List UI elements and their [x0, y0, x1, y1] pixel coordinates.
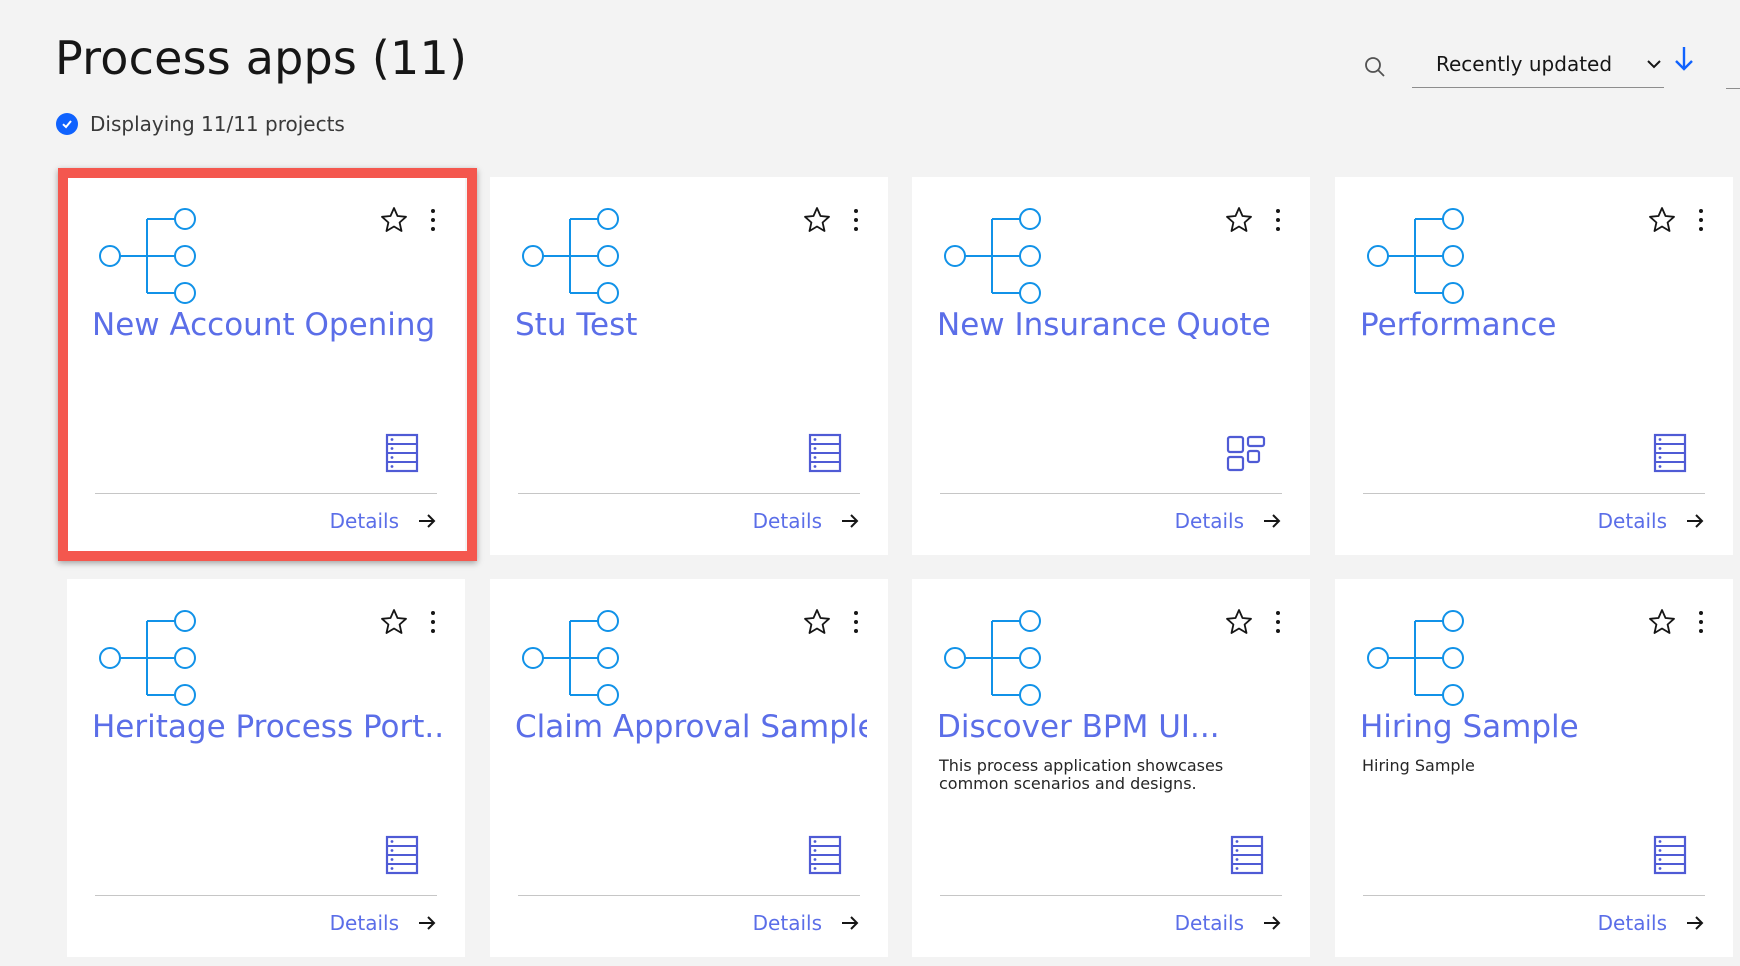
sort-dropdown-label: Recently updated: [1436, 51, 1613, 76]
checkmark-icon: [56, 113, 78, 135]
details-label: Details: [1174, 911, 1244, 935]
card-title[interactable]: Discover BPM UI...: [937, 707, 1289, 747]
details-link[interactable]: Details: [1598, 911, 1705, 935]
overflow-menu-icon[interactable]: [1697, 609, 1705, 639]
overflow-menu-icon[interactable]: [852, 609, 860, 639]
process-app-icon: [99, 205, 209, 309]
card-divider: [518, 493, 860, 494]
arrow-right-icon: [1687, 514, 1704, 528]
card-title[interactable]: Claim Approval Sample: [515, 707, 867, 747]
page-title: Process apps (11): [55, 31, 468, 85]
details-link[interactable]: Details: [753, 911, 860, 935]
process-app-card[interactable]: Heritage Process Port... Details: [67, 579, 465, 957]
overflow-menu-icon[interactable]: [1697, 207, 1705, 237]
arrow-right-icon: [842, 514, 859, 528]
star-icon[interactable]: [802, 205, 832, 239]
process-app-icon: [99, 607, 209, 711]
process-app-card[interactable]: New Account Opening Details: [67, 177, 465, 555]
process-app-card[interactable]: Claim Approval Sample Details: [490, 579, 888, 957]
chevron-down-icon: [1647, 59, 1661, 68]
process-app-card[interactable]: New Insurance Quote Details: [912, 177, 1310, 555]
list-icon: [1653, 433, 1687, 477]
project-count-status: Displaying 11/11 projects: [56, 112, 345, 136]
details-link[interactable]: Details: [1598, 509, 1705, 533]
process-app-icon: [522, 607, 632, 711]
process-app-icon: [944, 607, 1054, 711]
list-icon: [808, 433, 842, 477]
details-label: Details: [1597, 911, 1667, 935]
process-app-icon: [522, 205, 632, 309]
overflow-menu-icon[interactable]: [429, 207, 437, 237]
card-description: This process application showcases commo…: [939, 756, 1224, 793]
card-title[interactable]: Heritage Process Port...: [92, 707, 444, 747]
process-app-icon: [944, 205, 1054, 309]
arrow-right-icon: [419, 514, 436, 528]
search-icon[interactable]: [1363, 55, 1387, 83]
details-link[interactable]: Details: [753, 509, 860, 533]
star-icon[interactable]: [1224, 205, 1254, 239]
list-icon: [1653, 835, 1687, 879]
star-icon[interactable]: [802, 607, 832, 641]
process-app-card[interactable]: Performance Details: [1335, 177, 1733, 555]
card-divider: [95, 895, 437, 896]
sort-dropdown[interactable]: Recently updated: [1412, 40, 1664, 88]
card-title[interactable]: New Account Opening: [92, 305, 444, 345]
card-title[interactable]: New Insurance Quote: [937, 305, 1289, 345]
overflow-menu-icon[interactable]: [1274, 207, 1282, 237]
star-icon[interactable]: [1647, 205, 1677, 239]
toolbar-edge-line: [1726, 88, 1740, 89]
list-icon: [385, 433, 419, 477]
sort-direction-icon[interactable]: [1672, 44, 1696, 78]
details-label: Details: [752, 911, 822, 935]
list-icon: [808, 835, 842, 879]
card-title[interactable]: Performance: [1360, 305, 1712, 345]
process-app-card[interactable]: Stu Test Details: [490, 177, 888, 555]
star-icon[interactable]: [1224, 607, 1254, 641]
overflow-menu-icon[interactable]: [1274, 609, 1282, 639]
card-title[interactable]: Stu Test: [515, 305, 867, 345]
card-divider: [1363, 895, 1705, 896]
list-icon: [385, 835, 419, 879]
details-link[interactable]: Details: [330, 911, 437, 935]
card-divider: [95, 493, 437, 494]
star-icon[interactable]: [379, 607, 409, 641]
details-label: Details: [752, 509, 822, 533]
overflow-menu-icon[interactable]: [429, 609, 437, 639]
star-icon[interactable]: [1647, 607, 1677, 641]
details-label: Details: [1597, 509, 1667, 533]
details-link[interactable]: Details: [330, 509, 437, 533]
card-divider: [518, 895, 860, 896]
details-label: Details: [1174, 509, 1244, 533]
card-description: Hiring Sample: [1362, 756, 1475, 775]
card-divider: [940, 493, 1282, 494]
arrow-right-icon: [1264, 514, 1281, 528]
star-icon[interactable]: [379, 205, 409, 239]
arrow-right-icon: [419, 916, 436, 930]
overflow-menu-icon[interactable]: [852, 207, 860, 237]
card-divider: [1363, 493, 1705, 494]
details-link[interactable]: Details: [1175, 509, 1282, 533]
arrow-right-icon: [1687, 916, 1704, 930]
arrow-right-icon: [842, 916, 859, 930]
process-app-card[interactable]: Discover BPM UI... This process applicat…: [912, 579, 1310, 957]
process-app-icon: [1367, 205, 1477, 309]
status-text: Displaying 11/11 projects: [90, 112, 345, 136]
process-app-icon: [1367, 607, 1477, 711]
list-icon: [1230, 835, 1264, 879]
arrow-right-icon: [1264, 916, 1281, 930]
card-title[interactable]: Hiring Sample: [1360, 707, 1712, 747]
details-label: Details: [329, 911, 399, 935]
card-divider: [940, 895, 1282, 896]
details-label: Details: [329, 509, 399, 533]
process-app-card[interactable]: Hiring Sample Hiring Sample Details: [1335, 579, 1733, 957]
grid-icon: [1226, 435, 1266, 477]
details-link[interactable]: Details: [1175, 911, 1282, 935]
